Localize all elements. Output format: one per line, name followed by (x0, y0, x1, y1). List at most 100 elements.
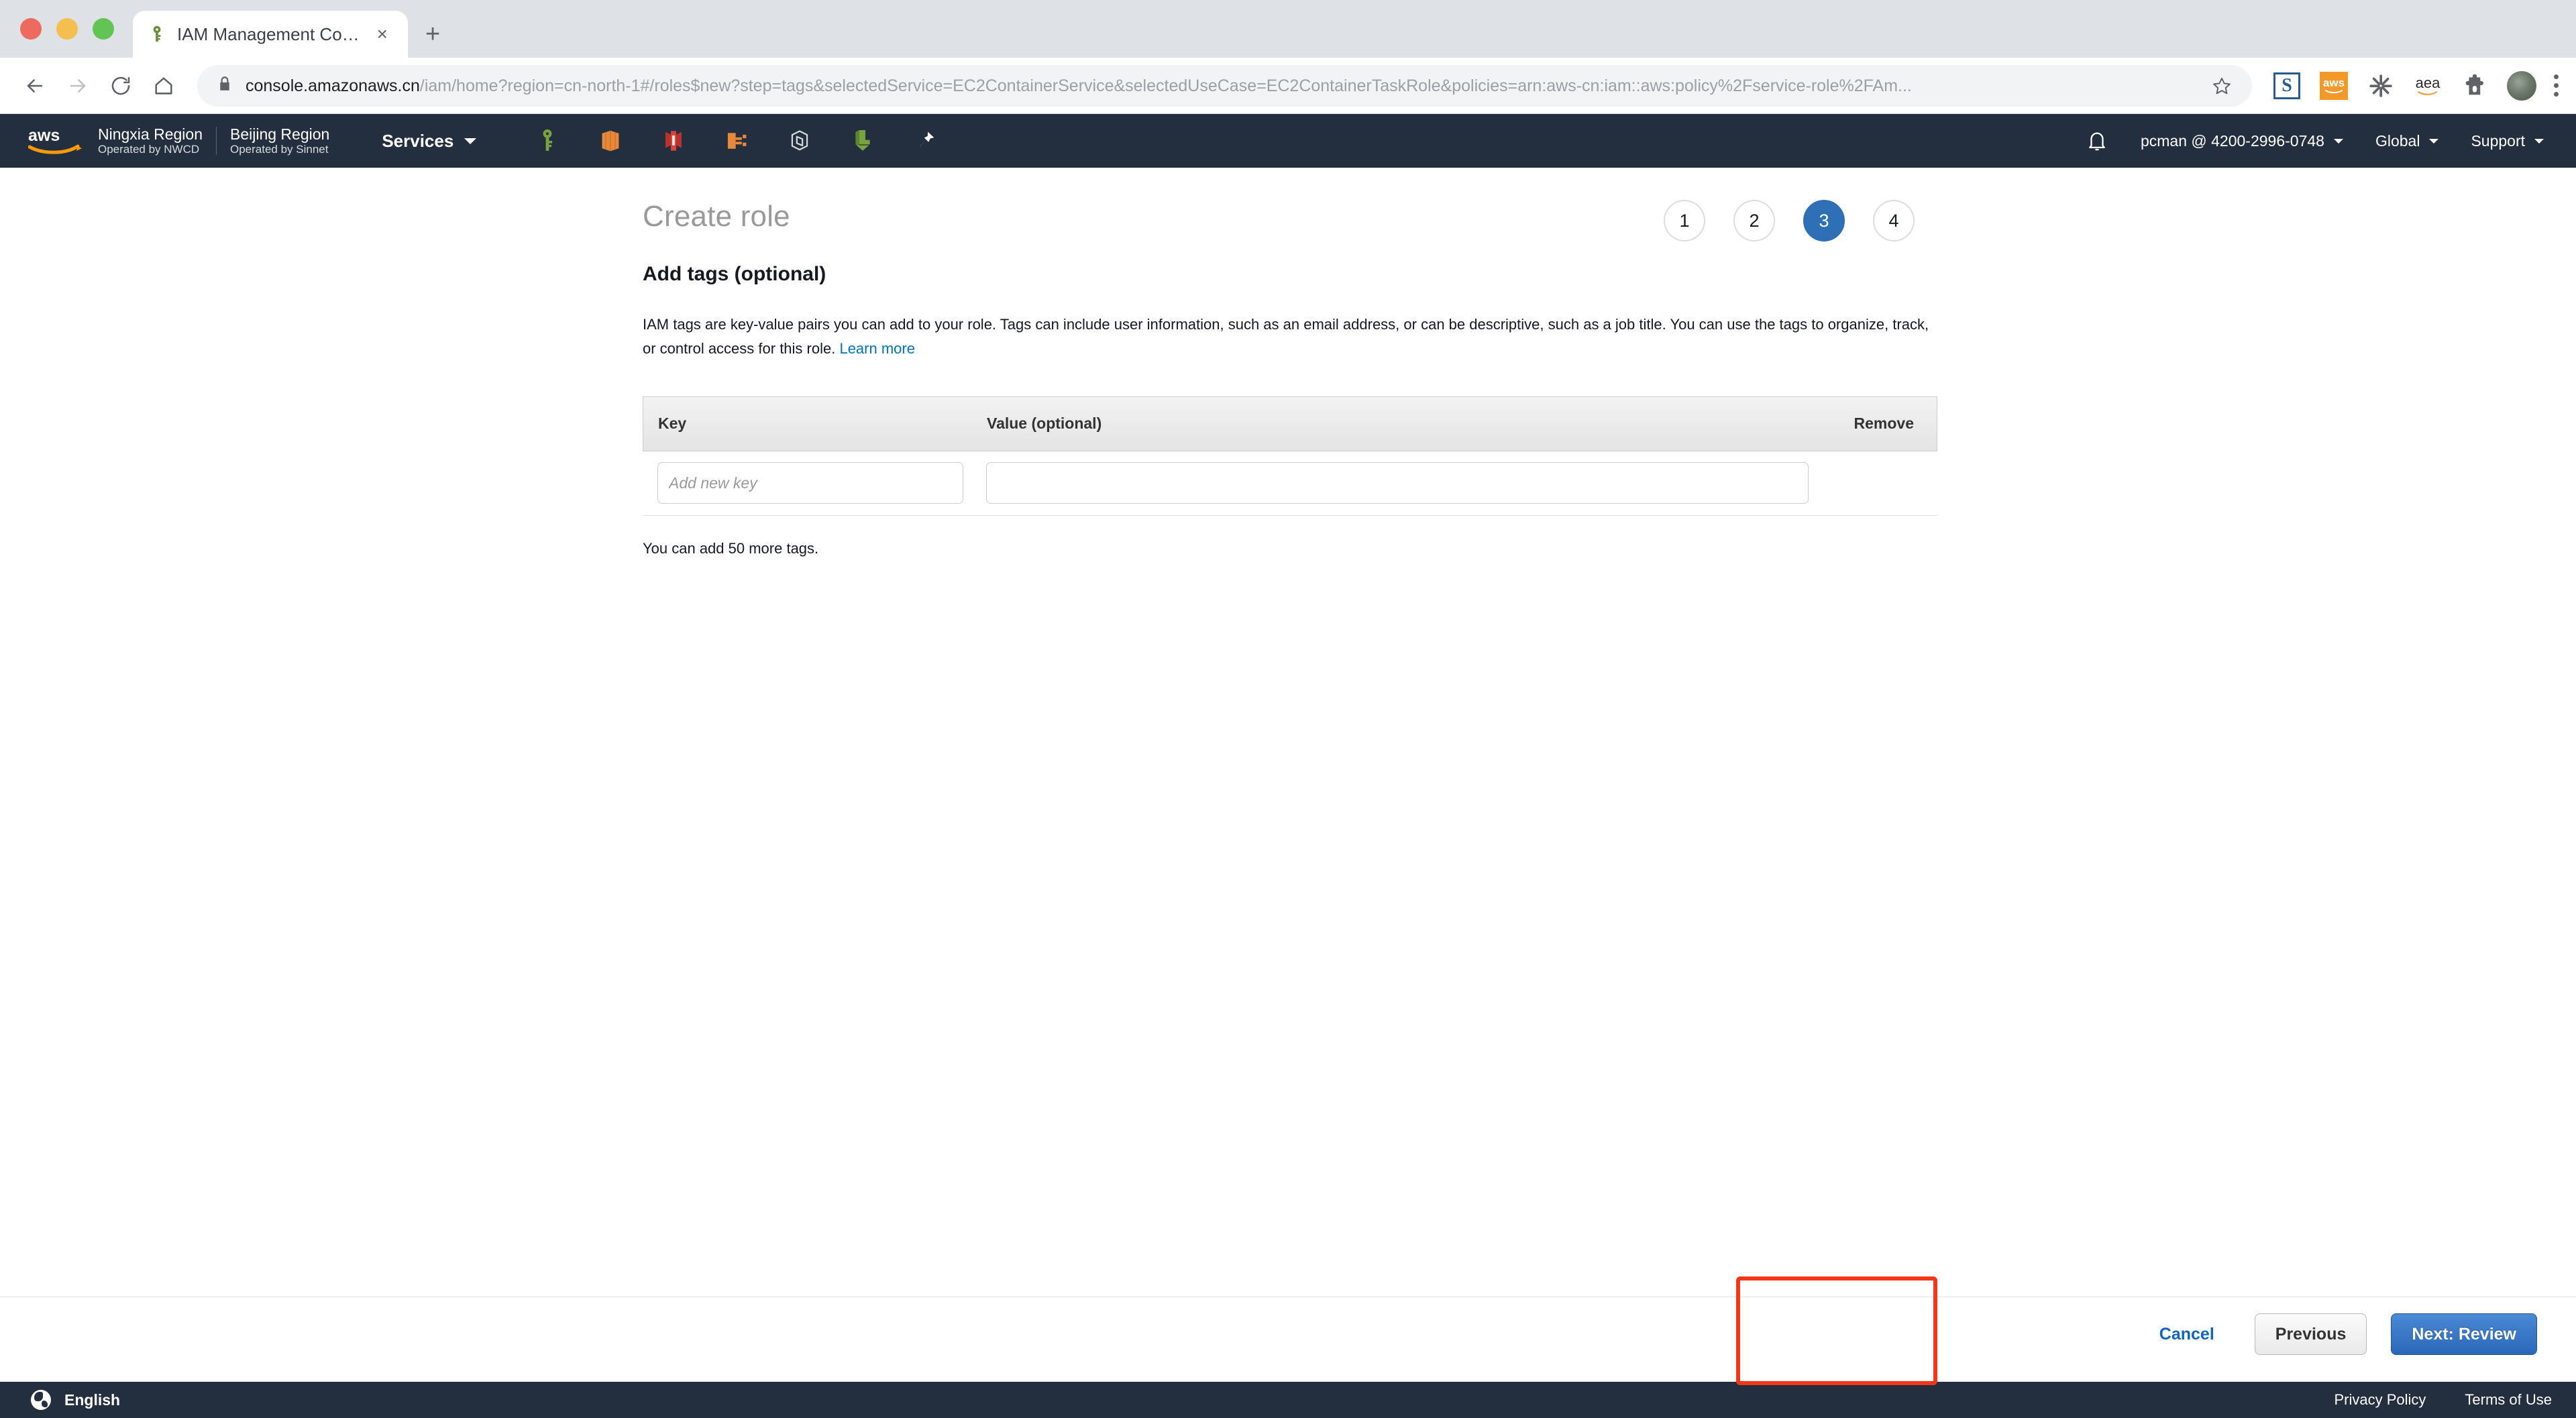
iam-service-icon[interactable] (534, 126, 561, 156)
privacy-policy-link[interactable]: Privacy Policy (2334, 1391, 2426, 1409)
compute-service-icon[interactable] (597, 126, 624, 156)
step-2[interactable]: 2 (1733, 200, 1775, 241)
aws-footer: English Privacy Policy Terms of Use (0, 1382, 2576, 1418)
account-label: pcman @ 4200-2996-0748 (2140, 131, 2324, 150)
aws-home-link[interactable]: aws Ningxia Region Operated by NWCD Beij… (28, 125, 329, 156)
screenshot-extension-icon[interactable]: S (2272, 71, 2302, 101)
region-beijing-operator: Operated by Sinnet (229, 143, 329, 156)
reload-icon[interactable] (99, 64, 142, 107)
storage-service-icon[interactable] (849, 126, 876, 156)
column-header-value: Value (optional) (987, 415, 1102, 433)
account-menu[interactable]: pcman @ 4200-2996-0748 (2141, 132, 2343, 150)
learn-more-link[interactable]: Learn more (839, 340, 915, 357)
aws-extension-label: aws (2322, 76, 2345, 89)
cancel-button[interactable]: Cancel (2139, 1325, 2235, 1344)
cell-value (986, 462, 1923, 504)
browser-toolbar: console.amazonaws.cn/iam/home?region=cn-… (0, 58, 2576, 114)
database-service-icon[interactable] (660, 126, 687, 156)
region-block: Ningxia Region Operated by NWCD Beijing … (98, 125, 329, 156)
star-icon[interactable] (2206, 70, 2237, 101)
kebab-menu-icon[interactable] (2554, 74, 2559, 97)
aws-extension-icon[interactable]: aws (2319, 71, 2349, 101)
column-header-remove: Remove (1854, 415, 1914, 433)
footer-links: Privacy Policy Terms of Use (2334, 1391, 2552, 1409)
tag-value-input[interactable] (986, 462, 1809, 504)
language-selector[interactable]: English (31, 1390, 120, 1410)
address-bar[interactable]: console.amazonaws.cn/iam/home?region=cn-… (197, 64, 2252, 107)
services-menu-button[interactable]: Services (376, 124, 482, 158)
back-arrow-icon[interactable] (13, 64, 56, 107)
notifications-bell-icon[interactable] (2086, 129, 2108, 152)
step-indicator: 1 2 3 4 (1664, 200, 1915, 241)
tags-table: Key Value (optional) Remove (643, 396, 1937, 516)
home-icon[interactable] (142, 64, 185, 107)
terms-of-use-link[interactable]: Terms of Use (2465, 1391, 2552, 1409)
table-header-row: Key Value (optional) Remove (643, 396, 1937, 451)
next-review-button[interactable]: Next: Review (2391, 1313, 2537, 1355)
support-menu[interactable]: Support (2471, 132, 2544, 150)
container-service-icon[interactable] (786, 126, 813, 156)
services-label: Services (382, 130, 454, 151)
asterisk-extension-icon[interactable] (2366, 71, 2396, 101)
lock-icon (216, 75, 233, 96)
section-description: IAM tags are key-value pairs you can add… (643, 313, 1937, 362)
action-bar: Cancel Previous Next: Review (2139, 1304, 2537, 1364)
chevron-down-icon (464, 138, 477, 144)
pin-icon[interactable] (912, 126, 939, 156)
region-menu[interactable]: Global (2375, 131, 2439, 150)
profile-avatar[interactable] (2507, 70, 2536, 101)
aea-extension-icon[interactable]: aea (2413, 71, 2443, 101)
tags-remaining-note: You can add 50 more tags. (643, 539, 819, 557)
language-label: English (64, 1390, 121, 1409)
region-ningxia-name: Ningxia Region (98, 125, 203, 143)
maximize-window-button[interactable] (93, 18, 114, 40)
chevron-down-icon (2429, 138, 2439, 144)
url-text: console.amazonaws.cn/iam/home?region=cn-… (246, 65, 2194, 107)
forward-arrow-icon[interactable] (56, 64, 99, 107)
close-window-button[interactable] (20, 18, 42, 40)
step-3[interactable]: 3 (1803, 200, 1845, 241)
extension-icons: S aws aea (2263, 70, 2559, 101)
region-ningxia-operator: Operated by NWCD (98, 143, 200, 156)
gateway-service-icon[interactable] (723, 126, 750, 156)
aws-logo: aws (28, 126, 83, 156)
url-path: /iam/home?region=cn-north-1#/roles$new?s… (419, 76, 1912, 95)
close-tab-button[interactable]: × (372, 22, 393, 46)
previous-button[interactable]: Previous (2254, 1313, 2367, 1355)
chevron-down-icon (2534, 138, 2544, 144)
step-4[interactable]: 4 (1873, 200, 1915, 241)
page-title: Create role (643, 200, 790, 233)
browser-chrome: IAM Management Console × + console.amazo… (0, 0, 2576, 114)
region-beijing: Beijing Region Operated by Sinnet (230, 125, 329, 156)
main-content: Create role Add tags (optional) IAM tags… (0, 168, 2576, 557)
aea-extension-label: aea (2415, 74, 2440, 91)
iam-key-icon (148, 25, 166, 44)
puzzle-extensions-icon[interactable] (2460, 71, 2489, 101)
url-host: console.amazonaws.cn (246, 76, 420, 95)
globe-icon (31, 1390, 51, 1410)
svg-text:aws: aws (28, 126, 60, 145)
table-row (643, 451, 1937, 516)
description-text: IAM tags are key-value pairs you can add… (643, 316, 1929, 358)
support-label: Support (2471, 131, 2525, 150)
section-subtitle: Add tags (optional) (643, 263, 826, 285)
region-menu-label: Global (2375, 131, 2420, 150)
pinned-service-shortcuts (534, 126, 939, 156)
step-1[interactable]: 1 (1664, 200, 1705, 241)
minimize-window-button[interactable] (56, 18, 78, 40)
column-header-key: Key (658, 415, 687, 433)
tab-strip: IAM Management Console × + (0, 0, 2576, 58)
new-tab-button[interactable]: + (425, 21, 440, 47)
region-divider (215, 127, 217, 155)
region-ningxia: Ningxia Region Operated by NWCD (98, 125, 203, 156)
region-beijing-name: Beijing Region (229, 125, 330, 143)
chevron-down-icon (2333, 138, 2343, 144)
aws-navbar: aws Ningxia Region Operated by NWCD Beij… (0, 114, 2576, 168)
tab-title: IAM Management Console (177, 23, 361, 44)
page-body: Create role Add tags (optional) IAM tags… (0, 168, 2576, 1382)
navbar-right: pcman @ 4200-2996-0748 Global Support (2086, 129, 2556, 152)
window-controls (20, 0, 133, 58)
cell-key (657, 462, 986, 504)
tag-key-input[interactable] (657, 462, 963, 504)
browser-tab[interactable]: IAM Management Console × (133, 11, 408, 58)
